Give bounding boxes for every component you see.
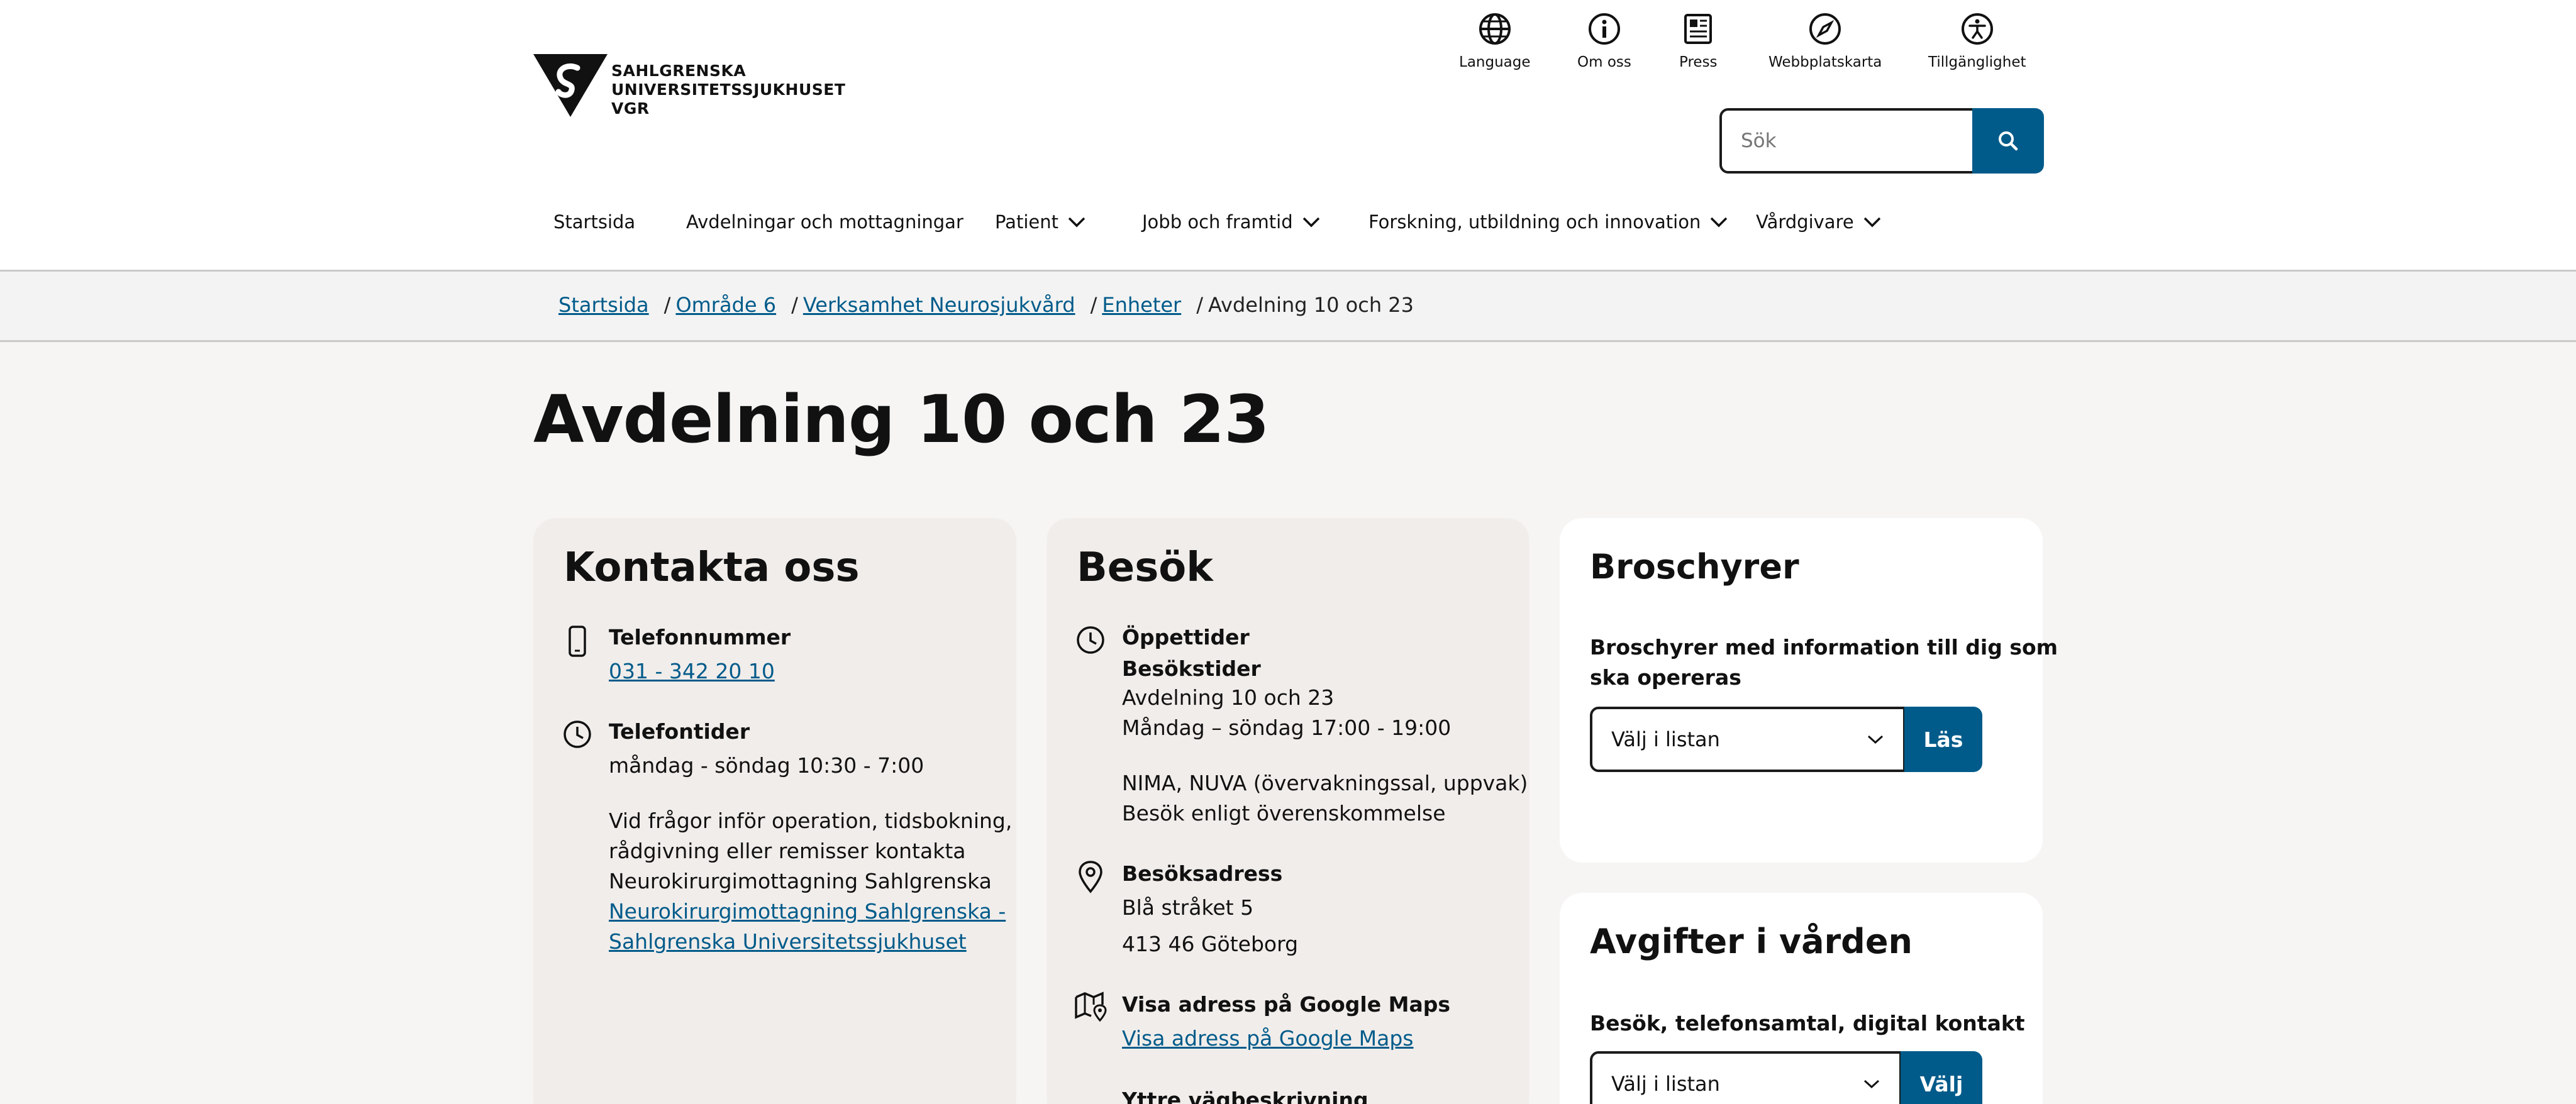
logo-line-3: VGR bbox=[611, 99, 650, 118]
chevron-down-icon bbox=[1867, 735, 1884, 744]
contact-phone-label: Telefonnummer bbox=[609, 625, 791, 649]
site-logo[interactable]: SAHLGRENSKA UNIVERSITETSSJUKHUSET VGR bbox=[533, 54, 860, 119]
logo-line-2: UNIVERSITETSSJUKHUSET bbox=[611, 80, 846, 99]
mobile-phone-icon bbox=[569, 626, 586, 657]
utility-language[interactable]: Language bbox=[1459, 11, 1531, 70]
brochures-read-button[interactable]: Läs bbox=[1904, 707, 1982, 772]
utility-accessibility[interactable]: Tillgänglighet bbox=[1928, 11, 2026, 70]
utility-sitemap-label: Webbplatskarta bbox=[1768, 54, 1882, 70]
location-pin-icon bbox=[1079, 861, 1102, 893]
utility-about[interactable]: Om oss bbox=[1577, 11, 1631, 70]
fees-desc: Besök, telefonsamtal, digital kontakt bbox=[1590, 1011, 2025, 1035]
brochures-desc-line: Broschyrer med information till dig som bbox=[1590, 635, 2058, 660]
visit-visiting-label: Besökstider bbox=[1122, 656, 1261, 681]
map-icon bbox=[1075, 991, 1107, 1022]
visit-maps-link[interactable]: Visa adress på Google Maps bbox=[1122, 1024, 1413, 1054]
visit-address-line: Blå stråket 5 bbox=[1122, 895, 1254, 920]
chevron-down-icon bbox=[1302, 217, 1319, 228]
fees-select[interactable]: Välj i listan bbox=[1590, 1051, 1902, 1104]
info-icon bbox=[1588, 13, 1620, 45]
search-form bbox=[1719, 108, 2044, 174]
utility-accessibility-label: Tillgänglighet bbox=[1928, 54, 2026, 70]
fees-select-value: Välj i listan bbox=[1611, 1072, 1720, 1096]
visit-visiting-line: Avdelning 10 och 23 bbox=[1122, 685, 1335, 710]
utility-about-label: Om oss bbox=[1577, 54, 1631, 70]
brochures-card: Broschyrer Broschyrer med information ti… bbox=[1560, 518, 2058, 863]
contact-phone-link[interactable]: 031 - 342 20 10 bbox=[609, 656, 775, 687]
contact-info-line: Neurokirurgimottagning Sahlgrenska bbox=[609, 869, 992, 893]
nav-item-avdelningar[interactable]: Avdelningar och mottagningar bbox=[686, 211, 963, 233]
chevron-down-icon bbox=[1863, 1079, 1880, 1089]
visit-hours-label: Öppettider bbox=[1122, 625, 1250, 649]
nav-item-vardgivare[interactable]: Vårdgivare bbox=[1756, 211, 1882, 233]
contact-info-link[interactable]: Sahlgrenska Universitetssjukhuset bbox=[609, 927, 967, 957]
search-input[interactable] bbox=[1719, 108, 1975, 174]
nav-item-jobb[interactable]: Jobb och framtid bbox=[1142, 211, 1321, 233]
visit-visiting-line: Måndag – söndag 17:00 - 19:00 bbox=[1122, 715, 1452, 740]
nav-item-label: Startsida bbox=[553, 211, 636, 233]
breadcrumb: Startsida / Område 6/Verksamhet Neurosjukv… bbox=[558, 293, 1414, 317]
visit-title: Besök bbox=[1077, 544, 1213, 591]
nav-item-label: Vårdgivare bbox=[1756, 211, 1854, 233]
fees-choose-button[interactable]: Välj bbox=[1901, 1051, 1982, 1104]
visit-directions-label: Yttre vägbeskrivning bbox=[1122, 1088, 1368, 1104]
newspaper-icon bbox=[1684, 14, 1713, 44]
nav-item-startsida[interactable]: Startsida bbox=[553, 211, 635, 233]
breadcrumb-link[interactable]: Verksamhet Neurosjukvård bbox=[803, 293, 1075, 317]
contact-hours-label: Telefontider bbox=[609, 719, 750, 744]
breadcrumb-current: Avdelning 10 och 23 bbox=[1208, 293, 1414, 317]
nav-item-label: Patient bbox=[995, 211, 1058, 233]
utility-sitemap[interactable]: Webbplatskarta bbox=[1768, 11, 1882, 70]
breadcrumb-link[interactable]: Enheter bbox=[1102, 293, 1181, 317]
contact-hours-value: måndag - söndag 10:30 - 7:00 bbox=[609, 753, 924, 778]
visit-address-line: 413 46 Göteborg bbox=[1122, 932, 1299, 956]
brochures-select-value: Välj i listan bbox=[1611, 727, 1720, 751]
fees-card: Avgifter i vården Besök, telefonsamtal, … bbox=[1560, 893, 2043, 1104]
contact-info-link[interactable]: Neurokirurgimottagning Sahlgrenska - bbox=[609, 897, 1006, 927]
globe-icon bbox=[1479, 13, 1511, 45]
logo-mark-icon bbox=[533, 54, 608, 117]
contact-title: Kontakta oss bbox=[564, 544, 860, 591]
contact-card: Kontakta oss Telefonnummer 031 - 342 20 … bbox=[533, 518, 1016, 1104]
breadcrumb-bar: Startsida / Område 6/Verksamhet Neurosjukv… bbox=[0, 272, 2576, 342]
nav-item-patient[interactable]: Patient bbox=[995, 211, 1086, 233]
visit-nima-line: Besök enligt överenskommelse bbox=[1122, 801, 1446, 825]
visit-nima-line: NIMA, NUVA (övervakningssal, uppvak) bbox=[1122, 771, 1528, 795]
clock-icon bbox=[564, 720, 591, 748]
breadcrumb-separator: / bbox=[663, 293, 671, 317]
breadcrumb-link[interactable]: Startsida bbox=[558, 293, 649, 317]
utility-press-label: Press bbox=[1679, 54, 1718, 70]
logo-line-1: SAHLGRENSKA bbox=[611, 62, 747, 80]
page-title: Avdelning 10 och 23 bbox=[533, 381, 1270, 458]
search-icon bbox=[1999, 131, 2018, 151]
chevron-down-icon bbox=[1711, 217, 1728, 228]
nav-item-forskning[interactable]: Forskning, utbildning och innovation bbox=[1368, 211, 1728, 233]
logo-text: SAHLGRENSKA UNIVERSITETSSJUKHUSET VGR bbox=[611, 62, 845, 118]
search-button[interactable] bbox=[1972, 108, 2044, 174]
accessibility-icon bbox=[1961, 13, 1993, 45]
breadcrumb-link[interactable]: Område 6 bbox=[675, 293, 776, 317]
brochures-title: Broschyrer bbox=[1590, 547, 1799, 587]
compass-icon bbox=[1809, 13, 1841, 45]
breadcrumb-separator: / bbox=[1090, 293, 1097, 317]
nav-item-label: Forskning, utbildning och innovation bbox=[1368, 211, 1701, 233]
chevron-down-icon bbox=[1068, 217, 1085, 228]
site-header: SAHLGRENSKA UNIVERSITETSSJUKHUSET VGR La… bbox=[0, 0, 2576, 272]
nav-item-label: Avdelningar och mottagningar bbox=[686, 211, 963, 233]
chevron-down-icon bbox=[1863, 217, 1880, 228]
utility-press[interactable]: Press bbox=[1679, 11, 1718, 70]
brochures-desc-line: ska opereras bbox=[1590, 665, 1741, 690]
visit-maps-label: Visa adress på Google Maps bbox=[1122, 992, 1450, 1017]
brochures-select[interactable]: Välj i listan bbox=[1590, 707, 1906, 772]
utility-language-label: Language bbox=[1459, 54, 1531, 70]
clock-icon bbox=[1077, 626, 1104, 654]
fees-title: Avgifter i vården bbox=[1590, 922, 1913, 961]
breadcrumb-separator: / bbox=[1196, 293, 1203, 317]
nav-item-label: Jobb och framtid bbox=[1142, 211, 1293, 233]
visit-address-label: Besöksadress bbox=[1122, 861, 1283, 886]
contact-info-line: rådgivning eller remisser kontakta bbox=[609, 839, 966, 863]
breadcrumb-separator: / bbox=[791, 293, 798, 317]
visit-card: Besök Öppettider Besökstider Avdelning 1… bbox=[1046, 518, 1530, 1104]
contact-info-line: Vid frågor inför operation, tidsbokning, bbox=[609, 809, 1013, 833]
